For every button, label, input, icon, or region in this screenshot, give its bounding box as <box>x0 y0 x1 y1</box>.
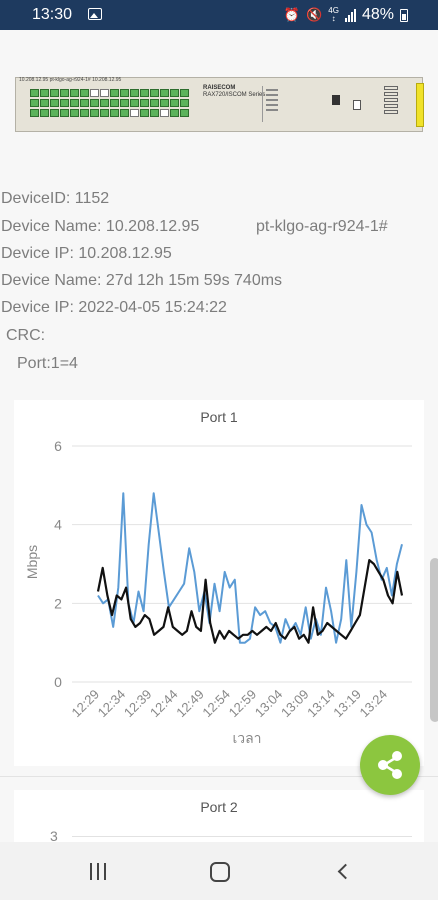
console-port <box>332 95 340 105</box>
battery-icon <box>400 8 408 22</box>
device-name: Device Name: 10.208.12.95 <box>1 218 200 235</box>
device-id: DeviceID: 1152 <box>1 190 110 207</box>
device-brand-name: RAISECOM <box>203 85 236 91</box>
device-panel-label: 10.208.12.95 pt-klgo-ag-r924-1# 10.208.1… <box>19 77 122 83</box>
x-tick-label: 12:59 <box>226 687 260 721</box>
lte-icon: 4G ↕ <box>328 6 339 23</box>
port-bank-1 <box>30 89 109 117</box>
port-bank-2 <box>110 89 189 117</box>
x-tick-label: 12:39 <box>121 687 155 721</box>
y-tick-label: 4 <box>54 517 62 533</box>
battery-percent: 48% <box>361 6 394 23</box>
device-ip: Device IP: 10.208.12.95 <box>1 245 172 262</box>
share-icon <box>378 751 402 779</box>
chart-title-port-2: Port 2 <box>200 799 238 815</box>
status-bar: 13:30 ⏰ 🔇 4G ↕ 48% <box>0 0 438 30</box>
home-button[interactable] <box>200 858 240 886</box>
crc-label: CRC: <box>6 327 46 344</box>
x-tick-label: 12:29 <box>69 687 103 721</box>
y-tick-label: 0 <box>54 674 62 690</box>
x-tick-label: 13:19 <box>330 687 364 721</box>
device-uptime: Device Name: 27d 12h 15m 59s 740ms <box>1 272 283 289</box>
y-tick-label: 6 <box>54 438 62 454</box>
navigation-bar <box>0 842 438 900</box>
device-timestamp: Device IP: 2022-04-05 15:24:22 <box>1 299 227 316</box>
device-front-panel-image: 10.208.12.95 pt-klgo-ag-r924-1# 10.208.1… <box>15 77 424 132</box>
y-axis-label: Mbps <box>24 545 40 579</box>
x-tick-label: 13:14 <box>304 687 338 721</box>
x-tick-label: 12:49 <box>173 687 207 721</box>
power-module-tag <box>416 83 424 127</box>
y-tick-label: 2 <box>54 595 62 611</box>
status-time: 13:30 <box>32 6 73 23</box>
chart-card-port-2: Port 2 3 <box>14 790 424 850</box>
usb-port <box>353 100 361 110</box>
x-tick-label: 12:44 <box>147 687 181 721</box>
x-axis-label: เวลา <box>232 730 261 746</box>
signal-icon <box>344 8 356 22</box>
status-leds <box>262 86 284 122</box>
power-leds <box>384 84 406 126</box>
share-button[interactable] <box>360 735 420 795</box>
x-tick-label: 12:54 <box>199 687 233 721</box>
x-tick-label: 12:34 <box>95 687 129 721</box>
chart-port-1: 0 2 4 6 12:2912:3412:3912:4412:4912:5412:59… <box>24 438 412 746</box>
device-hostname: pt-klgo-ag-r924-1# <box>256 218 388 235</box>
recents-button[interactable] <box>78 858 118 886</box>
gallery-notification-icon <box>88 8 102 20</box>
chart-card-port-1: Port 1 0246 12:29 12:34 12:39 12:44 12:49 12:… <box>14 400 424 766</box>
device-model: RAX720/ISCOM Series <box>203 92 266 98</box>
x-tick-label: 13:24 <box>357 687 391 721</box>
mute-icon: 🔇 <box>306 7 323 22</box>
back-button[interactable] <box>324 858 364 886</box>
status-icons: ⏰ 🔇 4G ↕ 48% <box>284 6 408 24</box>
alarm-icon: ⏰ <box>283 7 301 22</box>
device-brand: RAISECOM RAX720/ISCOM Series <box>203 85 265 99</box>
x-tick-label: 13:04 <box>252 687 286 721</box>
port-label: Port:1=4 <box>17 355 78 372</box>
x-tick-label: 13:09 <box>278 687 312 721</box>
scrollbar-thumb[interactable] <box>430 558 438 722</box>
gridline <box>72 836 412 837</box>
